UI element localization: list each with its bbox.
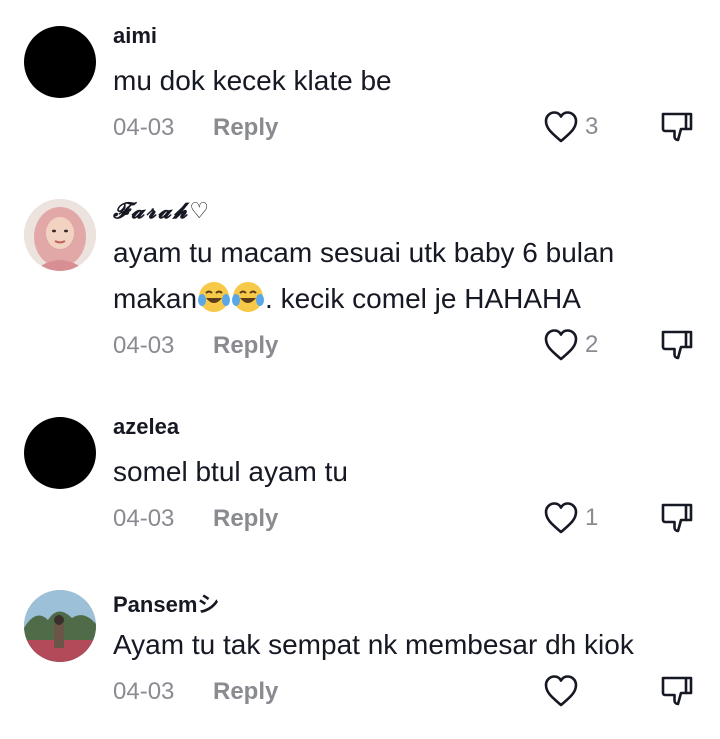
heart-outline-icon [544,111,578,143]
comment-date: 04-03 [113,505,175,532]
comment-text: somel btul ayam tu [113,456,348,487]
avatar[interactable] [24,417,96,489]
comment-username[interactable]: aimi [113,23,157,49]
reply-button[interactable]: Reply [213,332,278,360]
reply-button[interactable]: Reply [213,505,278,533]
comment-username[interactable]: Pansemシ [113,587,219,619]
like-button[interactable] [543,674,585,708]
face-with-tears-of-joy-icon [232,282,265,312]
avatar[interactable] [24,590,96,662]
thumbs-down-icon[interactable] [660,328,694,362]
heart-outline-icon [544,329,578,361]
reply-button[interactable]: Reply [213,114,278,142]
comment-text: Ayam tu tak sempat nk membesar dh kiok [113,629,634,660]
comment-text-line: ayam tu macam sesuai utk baby 6 bulan [113,237,615,268]
comment-username[interactable]: 𝓕𝓪𝓻𝓪𝓱♡ [113,198,211,224]
like-button[interactable]: 2 [543,328,598,362]
heart-outline-icon [544,675,578,707]
heart-outline-icon [544,502,578,534]
face-with-tears-of-joy-icon [198,282,231,312]
thumbs-down-icon[interactable] [660,501,694,535]
like-button[interactable]: 3 [543,110,598,144]
comment-text: ayam tu macam sesuai utk baby 6 bulan ma… [113,230,614,322]
avatar[interactable] [24,199,96,271]
comment-text-line: makan . kecik comel je HAHAHA [113,276,614,322]
like-count: 3 [585,113,599,140]
like-count: 2 [585,331,599,358]
avatar[interactable] [24,26,96,98]
avatar-image [24,199,96,271]
comment-username[interactable]: azelea [113,414,179,440]
comment-date: 04-03 [113,678,175,705]
like-button[interactable]: 1 [543,501,598,535]
avatar-image [24,590,96,662]
thumbs-down-icon[interactable] [660,110,694,144]
comment-date: 04-03 [113,332,175,359]
thumbs-down-icon[interactable] [660,674,694,708]
reply-button[interactable]: Reply [213,678,278,706]
comment-text: mu dok kecek klate be [113,65,392,96]
comment-date: 04-03 [113,114,175,141]
like-count: 1 [585,504,599,531]
